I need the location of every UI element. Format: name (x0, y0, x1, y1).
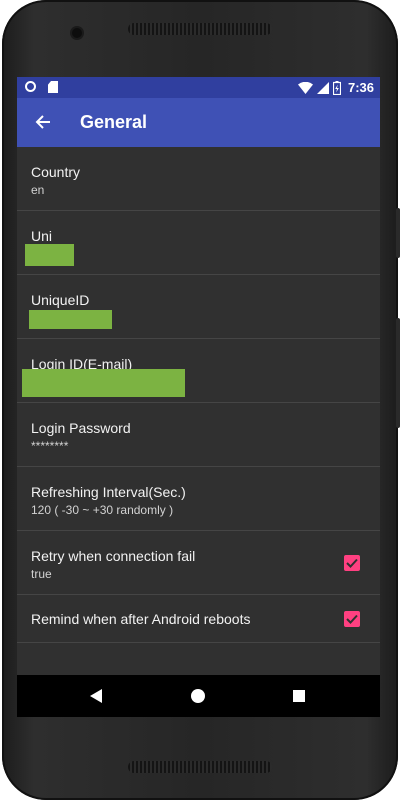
pref-title: UniqueID (31, 292, 90, 308)
pref-country[interactable]: Country en (17, 147, 380, 211)
nav-recents-button[interactable] (289, 686, 309, 706)
retry-checkbox[interactable] (344, 555, 360, 571)
record-icon (25, 81, 36, 92)
pref-title: Retry when connection fail (31, 548, 196, 564)
page-title: General (80, 112, 148, 132)
top-speaker-grille (128, 23, 272, 35)
pref-login-password[interactable]: Login Password ******** (17, 403, 380, 467)
pref-unique-id[interactable]: UniqueID (17, 275, 380, 339)
check-icon (346, 614, 358, 624)
navigation-bar (17, 675, 380, 717)
pref-summary: en (31, 183, 45, 197)
pref-summary: true (31, 567, 52, 581)
nav-home-button[interactable] (188, 686, 208, 706)
remind-checkbox[interactable] (344, 611, 360, 627)
redacted-value (29, 310, 112, 329)
arrow-back-icon (35, 115, 50, 129)
pref-summary: 120 ( -30 ~ +30 randomly ) (31, 503, 174, 517)
wifi-icon (297, 81, 313, 94)
pref-login-id[interactable]: Login ID(E-mail) (17, 339, 380, 403)
app-bar: General (17, 98, 380, 147)
power-button (396, 318, 400, 428)
pref-title: Uni (31, 228, 53, 244)
bottom-speaker-grille (128, 761, 272, 773)
sd-card-icon (48, 81, 58, 93)
preference-list: Country en Uni UniqueID Login ID(E-mail)… (17, 147, 380, 643)
battery-charging-icon (332, 80, 341, 95)
pref-title: Country (31, 164, 81, 180)
recents-square-icon (293, 690, 305, 702)
redacted-value (22, 369, 185, 397)
status-bar: 7:36 (17, 77, 380, 98)
pref-title: Refreshing Interval(Sec.) (31, 484, 186, 500)
pref-uni[interactable]: Uni (17, 211, 380, 275)
volume-button (396, 208, 400, 258)
nav-back-button[interactable] (86, 686, 106, 706)
front-camera (72, 28, 82, 38)
status-time: 7:36 (347, 80, 374, 95)
pref-title: Login Password (31, 420, 131, 436)
redacted-value (25, 244, 74, 266)
pref-remind-reboot[interactable]: Remind when after Android reboots (17, 595, 380, 643)
back-button[interactable] (31, 110, 55, 134)
check-icon (346, 558, 358, 568)
pref-summary: ******** (31, 439, 69, 453)
back-triangle-icon (90, 689, 102, 703)
signal-icon (316, 81, 329, 94)
screen: 7:36 General Country en Uni UniqueID Log… (17, 77, 380, 717)
pref-retry-connection[interactable]: Retry when connection fail true (17, 531, 380, 595)
pref-refresh-interval[interactable]: Refreshing Interval(Sec.) 120 ( -30 ~ +3… (17, 467, 380, 531)
pref-title: Remind when after Android reboots (31, 611, 251, 627)
home-circle-icon (191, 689, 205, 703)
